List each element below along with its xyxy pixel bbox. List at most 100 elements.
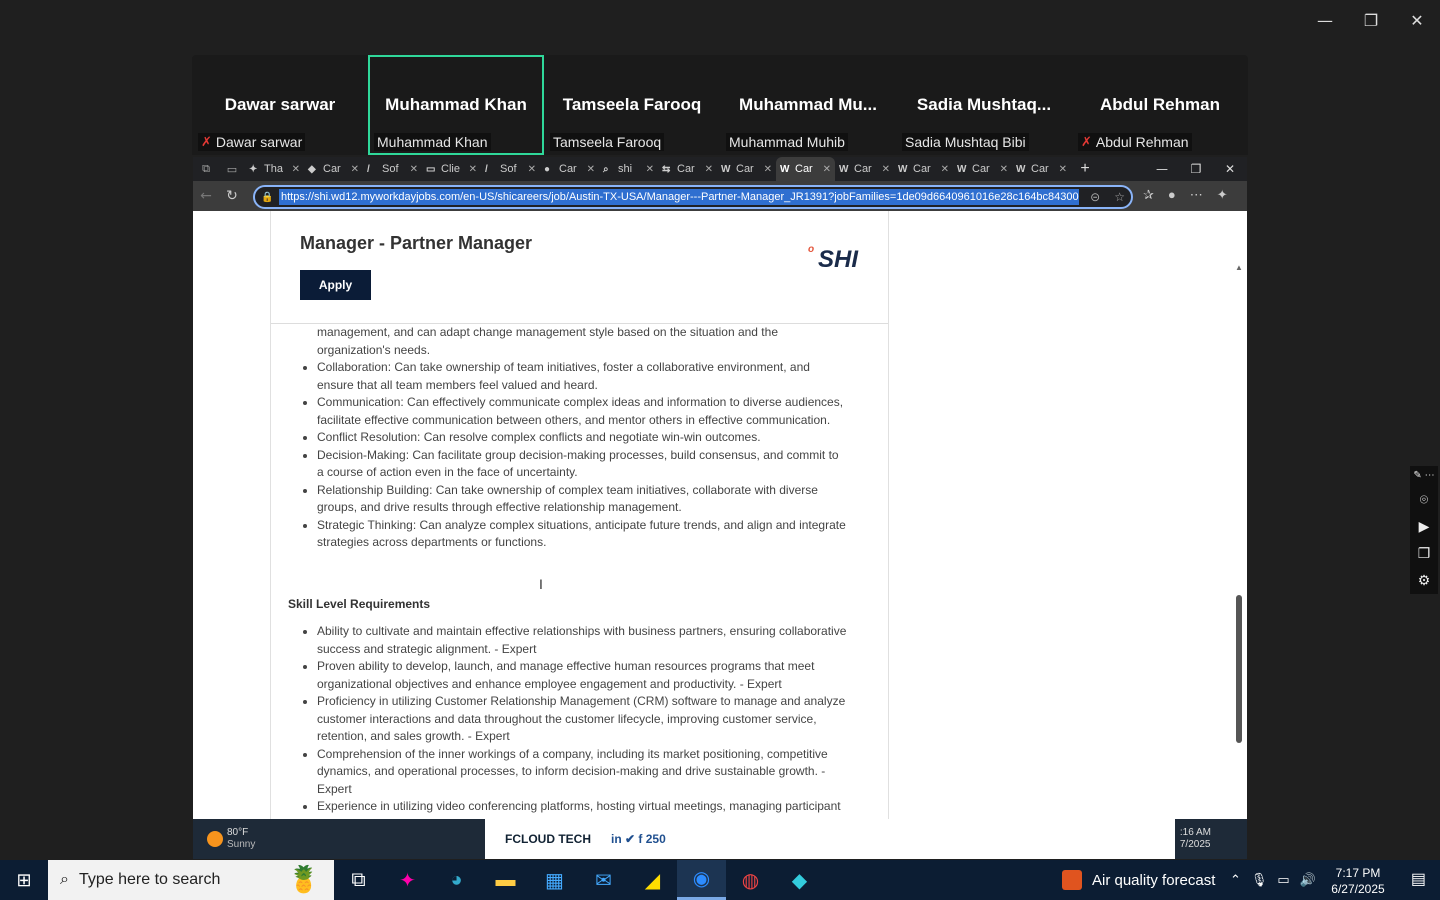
tab-label: Tha [264,163,283,175]
browser-tab[interactable]: ⌕ shi ✕ [599,157,658,181]
restore-button[interactable]: ❐ [1348,0,1394,40]
participant-label: Muhammad Khan [374,133,491,151]
back-icon[interactable]: ← [193,188,219,204]
tab-close-icon[interactable]: ✕ [1059,164,1067,175]
tab-favicon: ⌕ [603,163,609,175]
copilot-taskbar-icon[interactable]: ✦ [383,860,432,900]
web-page: Manager - Partner Manager Apply o SHI man… [193,211,1247,859]
refresh-icon[interactable]: ↻ [219,188,245,204]
tab-actions-icon[interactable]: ▭ [219,163,245,176]
browser-tab[interactable]: W Car ✕ [1012,157,1071,181]
close-button[interactable]: ✕ [1394,0,1440,40]
tab-close-icon[interactable]: ✕ [469,164,477,175]
apply-button[interactable]: Apply [300,270,371,300]
mic-muted-icon: ✗ [1081,134,1092,149]
tab-close-icon[interactable]: ✕ [528,164,536,175]
workspaces-icon[interactable]: ⧉ [193,162,219,176]
participant-tile[interactable]: Abdul Rehman ✗ Abdul Rehman [1072,55,1248,155]
tab-list: ✦ Tha ✕ ◆ Car ✕ / Sof ✕ ▭ Clie ✕ / Sof ✕ ● Car ✕ ⌕ shi ✕ ⇆ Car… [245,157,1071,181]
mail-icon[interactable]: ✉ [579,860,628,900]
tab-close-icon[interactable]: ✕ [410,164,418,175]
chrome-icon[interactable]: ◍ [726,860,775,900]
air-quality-widget[interactable]: Air quality forecast [1062,860,1215,900]
windows-start-icon[interactable]: ⊞ [0,860,48,900]
participant-tile[interactable]: Muhammad Khan Muhammad Khan [368,55,544,155]
task-view-icon[interactable]: ⧉ [334,860,383,900]
browser-minimize-button[interactable]: — [1145,162,1179,176]
participant-tile[interactable]: Muhammad Mu... Muhammad Muhib [720,55,896,155]
tab-favicon: W [898,163,908,175]
browser-tab[interactable]: W Car ✕ [953,157,1012,181]
browser-tab[interactable]: ✦ Tha ✕ [245,157,304,181]
network-icon[interactable]: ▭ [1277,872,1289,888]
chevron-up-icon[interactable]: ⌃ [1230,872,1241,888]
video-icon[interactable]: ▶ [1419,518,1430,535]
tab-close-icon[interactable]: ✕ [587,164,595,175]
browser-restore-button[interactable]: ❐ [1179,162,1213,176]
tab-close-icon[interactable]: ✕ [351,164,359,175]
competency-item: management, and can adapt change managem… [317,325,778,357]
profile-icon[interactable]: ● [1168,187,1176,203]
sticky-notes-icon[interactable]: ◢ [628,860,677,900]
microphone-icon[interactable]: 🎙 [1251,872,1268,888]
browser-tab[interactable]: W Car ✕ [776,157,835,181]
participant-tile[interactable]: Dawar sarwar ✗ Dawar sarwar [192,55,368,155]
scrollbar-thumb[interactable] [1236,595,1242,743]
skill-item: Comprehension of the inner workings of a… [317,746,848,799]
pin-icon[interactable]: ✎ ⋯ [1413,470,1434,481]
tab-close-icon[interactable]: ✕ [882,164,890,175]
browser-tab[interactable]: ⇆ Car ✕ [658,157,717,181]
tab-close-icon[interactable]: ✕ [1000,164,1008,175]
browser-tab[interactable]: ▭ Clie ✕ [422,157,481,181]
tab-close-icon[interactable]: ✕ [292,164,300,175]
taskbar-search[interactable]: ⌕ Type here to search 🍍 [48,860,334,900]
participant-tile[interactable]: Tamseela Farooq Tamseela Farooq [544,55,720,155]
browser-tab[interactable]: ● Car ✕ [540,157,599,181]
zoom-icon[interactable]: ◉ [677,860,726,900]
browser-tab[interactable]: W Car ✕ [894,157,953,181]
participant-label: Sadia Mushtaq Bibi [902,133,1029,151]
favorite-star-icon[interactable]: ☆ [1114,190,1125,204]
page-scrollbar[interactable]: ▲ ▼ [1235,263,1243,859]
mic-muted-icon: ✗ [201,134,212,149]
system-clock[interactable]: 7:17 PM 6/27/2025 [1326,865,1390,897]
participant-label: Tamseela Farooq [550,133,665,151]
copilot-icon[interactable]: ✦ [1217,187,1228,203]
lock-icon[interactable]: 🔒 [261,192,279,203]
tab-close-icon[interactable]: ✕ [705,164,713,175]
volume-icon[interactable]: 🔊 [1300,872,1316,888]
participant-display-name: Tamseela Farooq [562,95,702,114]
scroll-up-icon[interactable]: ▲ [1235,263,1243,272]
minimize-button[interactable]: — [1302,0,1348,40]
browser-tab[interactable]: ◆ Car ✕ [304,157,363,181]
settings-gear-icon[interactable]: ⚙ [1418,572,1431,589]
sun-icon [207,831,223,847]
tab-close-icon[interactable]: ✕ [646,164,654,175]
favorites-icon[interactable]: ✰ [1143,187,1154,203]
url-text[interactable]: https://shi.wd12.myworkdayjobs.com/en-US… [279,189,1079,205]
browser-tab[interactable]: W Car ✕ [835,157,894,181]
address-bar[interactable]: 🔒 https://shi.wd12.myworkdayjobs.com/en-… [253,185,1133,209]
new-tab-button[interactable]: + [1071,160,1099,178]
store-icon[interactable]: ▦ [530,860,579,900]
participant-tile[interactable]: Sadia Mushtaq... Sadia Mushtaq Bibi [896,55,1072,155]
tab-close-icon[interactable]: ✕ [823,164,831,175]
file-explorer-icon[interactable]: ▬ [481,860,530,900]
camera-icon[interactable]: ⌾ [1420,491,1428,508]
more-menu-icon[interactable]: ⋯ [1190,187,1203,203]
browser-tab[interactable]: / Sof ✕ [481,157,540,181]
browser-close-button[interactable]: ✕ [1213,162,1247,176]
tab-favicon: / [485,163,488,175]
edge-icon[interactable]: ◕ [432,860,481,900]
browser-tab[interactable]: W Car ✕ [717,157,776,181]
notification-icon[interactable]: ▤ [1411,869,1426,889]
weather-temp: 80°F [227,827,249,838]
tab-close-icon[interactable]: ✕ [941,164,949,175]
app-icon[interactable]: ◆ [775,860,824,900]
tab-label: shi [618,163,633,175]
browser-tab[interactable]: / Sof ✕ [363,157,422,181]
tab-close-icon[interactable]: ✕ [764,164,772,175]
layers-icon[interactable]: ❐ [1418,545,1431,562]
tab-favicon: W [1016,163,1026,175]
reader-icon[interactable]: ⊝ [1090,190,1100,204]
